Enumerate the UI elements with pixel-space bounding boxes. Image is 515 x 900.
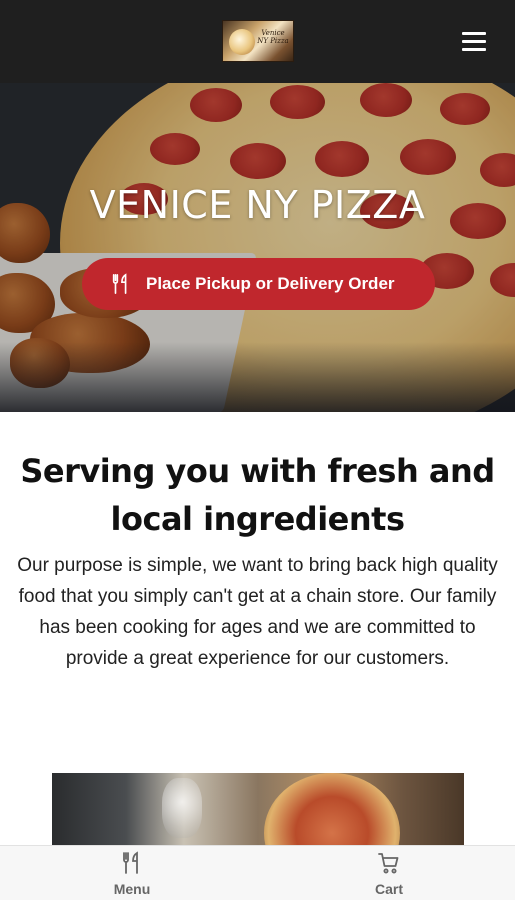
bottom-navigation: Menu Cart: [0, 845, 515, 900]
nav-cart-label: Cart: [374, 881, 403, 897]
hamburger-icon-bar: [462, 48, 486, 51]
hamburger-icon: [462, 32, 486, 35]
fork-knife-icon: [123, 851, 138, 874]
hero-title: VENICE NY PIZZA: [89, 183, 426, 227]
restaurant-table-photo: [52, 773, 464, 853]
hero-banner: VENICE NY PIZZA Place Pickup or Delivery…: [0, 83, 515, 412]
hero-bottom-gradient: [0, 342, 515, 412]
nav-menu-label: Menu: [113, 881, 151, 897]
pizza-photo-image: [264, 773, 400, 853]
place-order-label: Place Pickup or Delivery Order: [146, 274, 395, 293]
hamburger-icon-bar: [462, 40, 486, 43]
section-headline: Serving you with fresh and local ingredi…: [20, 452, 495, 538]
top-header: Venice NY Pizza: [0, 0, 515, 83]
hamburger-menu-button[interactable]: [458, 28, 490, 54]
nav-menu[interactable]: Menu: [72, 846, 192, 900]
section-body-text: Our purpose is simple, we want to bring …: [17, 555, 498, 669]
logo-plate-image: [229, 29, 255, 55]
glass-image: [162, 778, 202, 838]
logo-text: Venice NY Pizza: [257, 29, 289, 45]
restaurant-logo[interactable]: Venice NY Pizza: [222, 20, 294, 62]
place-order-button[interactable]: Place Pickup or Delivery Order: [82, 258, 435, 310]
cart-icon: [378, 853, 399, 874]
fork-knife-icon: [112, 273, 127, 294]
nav-cart[interactable]: Cart: [329, 846, 449, 900]
